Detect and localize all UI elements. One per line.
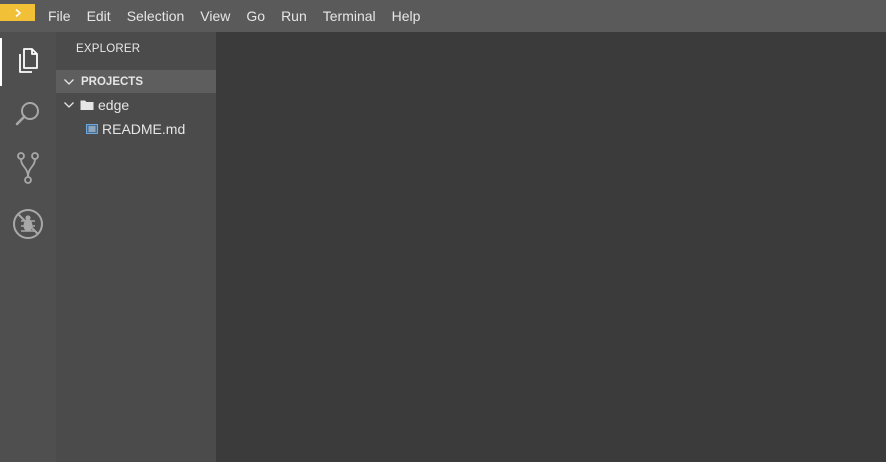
menu-edit[interactable]: Edit [79, 0, 119, 32]
chevron-down-icon [62, 98, 76, 112]
menu-file[interactable]: File [40, 0, 79, 32]
activity-source-control[interactable] [0, 142, 56, 194]
tree-item-folder[interactable]: edge [56, 94, 216, 116]
section-header-projects[interactable]: PROJECTS [56, 70, 216, 93]
menu-run[interactable]: Run [273, 0, 315, 32]
explorer-icon [19, 48, 38, 73]
activity-search[interactable] [0, 88, 56, 140]
source-control-icon [17, 152, 39, 184]
tree-item-file[interactable]: README.md [56, 118, 216, 140]
menu-terminal[interactable]: Terminal [315, 0, 384, 32]
sidebar-title: EXPLORER [76, 43, 141, 55]
menu-items: File Edit Selection View Go Run Terminal… [40, 0, 428, 32]
menu-bar: File Edit Selection View Go Run Terminal… [0, 0, 886, 32]
editor-area[interactable] [216, 32, 886, 462]
menu-help[interactable]: Help [384, 0, 429, 32]
chevron-down-icon [62, 75, 76, 89]
tree-item-label: edge [98, 97, 130, 113]
debug-icon [13, 209, 43, 239]
explorer-sidebar: EXPLORER PROJECTS edge README.md [56, 32, 216, 462]
activity-bar [0, 32, 56, 462]
markdown-file-icon [86, 124, 98, 134]
ide-window: File Edit Selection View Go Run Terminal… [0, 0, 886, 462]
folder-icon [80, 99, 94, 111]
activity-explorer[interactable] [0, 34, 56, 86]
app-logo[interactable] [0, 4, 35, 21]
menu-go[interactable]: Go [238, 0, 273, 32]
tree-item-label: README.md [102, 121, 186, 137]
section-label: PROJECTS [81, 75, 143, 88]
menu-selection[interactable]: Selection [119, 0, 193, 32]
activity-debug[interactable] [0, 198, 56, 250]
menu-view[interactable]: View [192, 0, 238, 32]
chevron-right-icon [14, 8, 21, 17]
search-icon [15, 102, 39, 126]
